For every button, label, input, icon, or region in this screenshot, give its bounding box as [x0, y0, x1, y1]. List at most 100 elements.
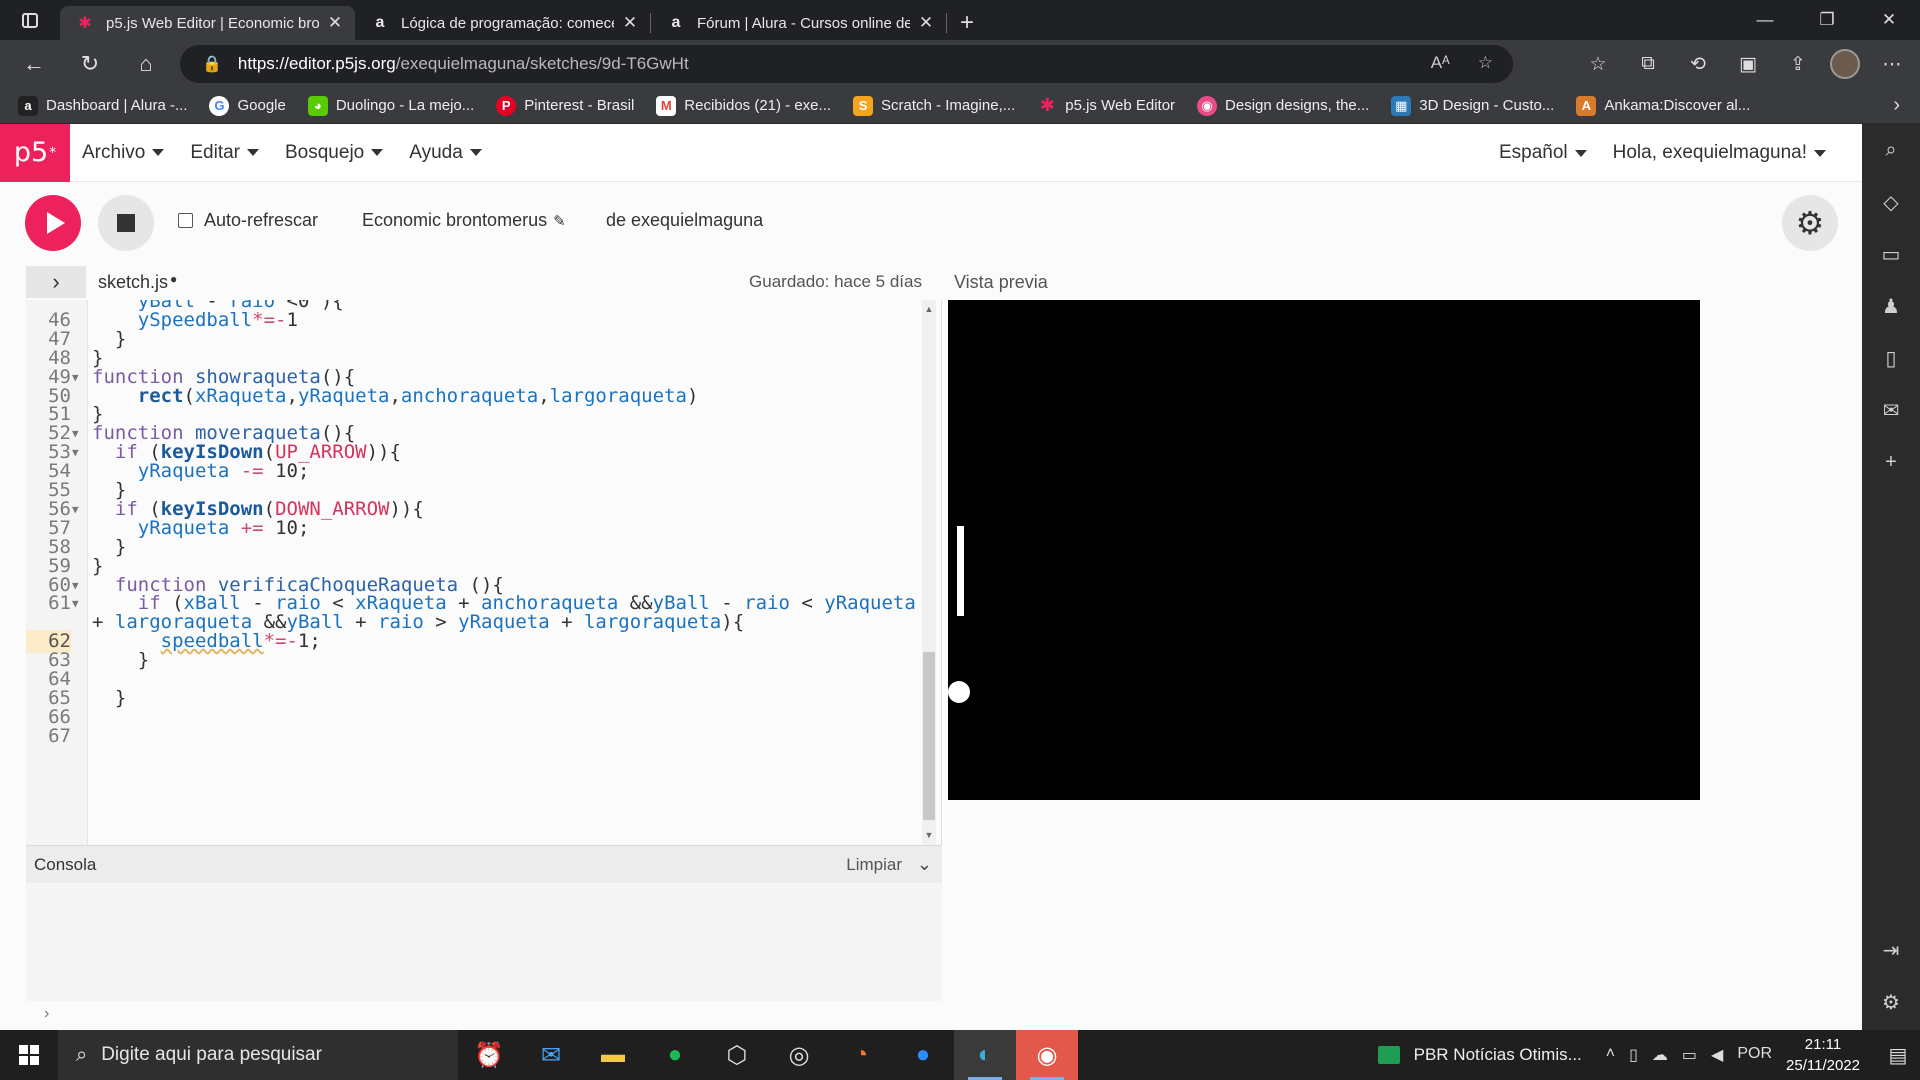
volume-icon[interactable]: ◀	[1711, 1045, 1723, 1065]
close-tab-icon[interactable]: ✕	[325, 13, 345, 33]
back-icon[interactable]: ←	[6, 40, 62, 88]
p5-logo[interactable]: p5 *	[0, 123, 70, 182]
refresh-icon[interactable]: ↻	[62, 40, 118, 88]
favorites-icon[interactable]: ☆	[1580, 53, 1616, 76]
chevron-down-icon[interactable]: ⌄	[917, 854, 932, 875]
close-window-icon[interactable]: ✕	[1858, 0, 1920, 40]
scroll-up-icon[interactable]: ▲	[922, 304, 936, 314]
main-menu: Archivo Editar Bosquejo Ayuda	[82, 142, 508, 164]
blender-icon[interactable]: ◔	[830, 1030, 892, 1080]
sidebar-toggle-icon[interactable]: ⇥	[1862, 924, 1920, 976]
language-menu[interactable]: Español	[1499, 142, 1587, 164]
bookmark-duolingo[interactable]: ◕ Duolingo - La mejo...	[307, 95, 474, 116]
console-input[interactable]: ›	[26, 1001, 942, 1030]
feedback-icon[interactable]: ◎	[768, 1030, 830, 1080]
math-solver-icon[interactable]: ▣	[1730, 53, 1766, 76]
new-tab-button[interactable]: +	[947, 6, 987, 40]
add-favorite-icon[interactable]: ☆	[1478, 53, 1493, 73]
stop-button[interactable]	[98, 195, 154, 251]
menu-ayuda[interactable]: Ayuda	[409, 142, 482, 164]
spotify-icon[interactable]: ●	[644, 1030, 706, 1080]
history-icon[interactable]: ⟲	[1680, 53, 1716, 76]
address-bar[interactable]: 🔒 https://editor.p5js.org/exequielmaguna…	[180, 45, 1513, 83]
battery-icon[interactable]: ▭	[1682, 1045, 1697, 1065]
briefcase-icon[interactable]: ▭	[1862, 228, 1920, 280]
home-icon[interactable]: ⌂	[118, 40, 174, 88]
more-menu-icon[interactable]: ⋯	[1874, 53, 1910, 76]
bookmark-label: p5.js Web Editor	[1065, 97, 1176, 114]
alarm-gift-icon[interactable]: ⏰	[458, 1030, 520, 1080]
collections-icon[interactable]: ⧉	[1630, 53, 1666, 75]
bookmarks-bar: a Dashboard | Alura -... G Google ◕ Duoling…	[0, 88, 1920, 124]
clear-console-button[interactable]: Limpiar	[846, 855, 902, 875]
taskbar-search[interactable]: ⌕ Digite aqui para pesquisar	[58, 1030, 458, 1080]
profile-avatar[interactable]	[1830, 49, 1860, 79]
bookmark-dribbble[interactable]: ◉ Design designs, the...	[1197, 95, 1369, 116]
bookmark-alura-dashboard[interactable]: a Dashboard | Alura -...	[18, 95, 187, 116]
games-icon[interactable]: ♟	[1862, 280, 1920, 332]
preview-canvas[interactable]	[948, 300, 1700, 800]
clock[interactable]: 21:11 25/11/2022	[1786, 1034, 1860, 1076]
tab-p5-editor[interactable]: ✱ p5.js Web Editor | Economic bron ✕	[60, 6, 355, 40]
add-icon[interactable]: +	[1862, 436, 1920, 488]
edge-icon[interactable]: ◐	[954, 1030, 1016, 1080]
share-icon[interactable]: ⇪	[1780, 53, 1816, 76]
minimize-icon[interactable]: —	[1734, 0, 1796, 40]
bookmark-p5-editor[interactable]: ✱ p5.js Web Editor	[1037, 95, 1176, 116]
settings-button[interactable]: ⚙	[1782, 195, 1838, 251]
chevron-right-icon[interactable]: ›	[1893, 94, 1900, 117]
caret-down-icon	[469, 149, 482, 156]
bookmark-gmail[interactable]: M Recibidos (21) - exe...	[656, 95, 831, 116]
p5-star-icon: ✱	[78, 15, 92, 32]
scroll-down-icon[interactable]: ▼	[922, 830, 936, 840]
pencil-icon[interactable]: ✎	[553, 212, 566, 230]
bookmark-google[interactable]: G Google	[209, 95, 286, 116]
code-line[interactable]: 67	[26, 725, 926, 748]
close-tab-icon[interactable]: ✕	[916, 13, 936, 33]
auto-refresh-toggle[interactable]: Auto-refrescar	[178, 210, 318, 231]
tab-actions-button[interactable]	[0, 0, 60, 40]
auto-refresh-checkbox[interactable]	[178, 213, 193, 228]
sketch-name[interactable]: Economic brontomerus ✎	[362, 210, 566, 231]
tag-icon[interactable]: ◇	[1862, 176, 1920, 228]
restore-icon[interactable]: ❐	[1796, 0, 1858, 40]
mail-icon[interactable]: ✉	[520, 1030, 582, 1080]
office-icon[interactable]: ▯	[1862, 332, 1920, 384]
tab-alura-forum[interactable]: a Fórum | Alura - Cursos online de ✕	[651, 6, 946, 40]
bookmark-ankama[interactable]: A Ankama:Discover al...	[1576, 95, 1750, 116]
file-tab[interactable]: sketch.js ●	[98, 272, 177, 293]
expand-sidebar-button[interactable]: ›	[26, 266, 86, 298]
menu-archivo[interactable]: Archivo	[82, 142, 165, 164]
zoom-icon[interactable]: ●	[892, 1030, 954, 1080]
file-explorer-icon[interactable]: ▬	[582, 1030, 644, 1080]
bookmark-scratch[interactable]: S Scratch - Imagine,...	[853, 95, 1015, 116]
cloud-icon[interactable]: ☁	[1652, 1045, 1668, 1065]
tablet-icon[interactable]: ▯	[1629, 1045, 1638, 1065]
input-language[interactable]: POR	[1737, 1045, 1772, 1065]
tab-title: Lógica de programação: comece	[401, 14, 614, 32]
close-tab-icon[interactable]: ✕	[620, 13, 640, 33]
menu-editar[interactable]: Editar	[190, 142, 259, 164]
sidebar-settings-icon[interactable]: ⚙	[1862, 976, 1920, 1028]
user-menu[interactable]: Hola, exequielmaguna!	[1613, 142, 1826, 164]
notifications-icon[interactable]: ▤	[1876, 1043, 1920, 1068]
menu-bosquejo[interactable]: Bosquejo	[285, 142, 384, 164]
start-button[interactable]	[0, 1030, 58, 1080]
outlook-icon[interactable]: ✉	[1862, 384, 1920, 436]
bookmark-3d-design[interactable]: ▦ 3D Design - Custo...	[1391, 95, 1554, 116]
code-editor[interactable]: yBall - raio <0 ){46 ySpeedball*=-1 47 } 4…	[26, 300, 942, 845]
read-aloud-icon[interactable]: Aᴬ	[1431, 53, 1450, 73]
bookmark-pinterest[interactable]: P Pinterest - Brasil	[496, 95, 634, 116]
bookmark-label: Google	[237, 97, 286, 114]
sketch-author[interactable]: de exequielmaguna	[606, 210, 763, 231]
editor-scrollbar[interactable]: ▲ ▼	[922, 300, 936, 845]
3d-viewer-icon[interactable]: ⬡	[706, 1030, 768, 1080]
scrollbar-thumb[interactable]	[923, 652, 935, 820]
search-icon[interactable]: ⌕	[1862, 124, 1920, 176]
chevron-up-icon[interactable]: ˄	[1606, 1045, 1615, 1065]
news-widget[interactable]: PBR Notícias Otimis...	[1377, 1045, 1582, 1065]
p5-navbar: p5 * Archivo Editar Bosquejo Ayuda Españo…	[0, 123, 1862, 182]
play-button[interactable]	[25, 195, 81, 251]
tab-alura-logica[interactable]: a Lógica de programação: comece ✕	[355, 6, 650, 40]
discord-icon[interactable]: ◉	[1016, 1030, 1078, 1080]
